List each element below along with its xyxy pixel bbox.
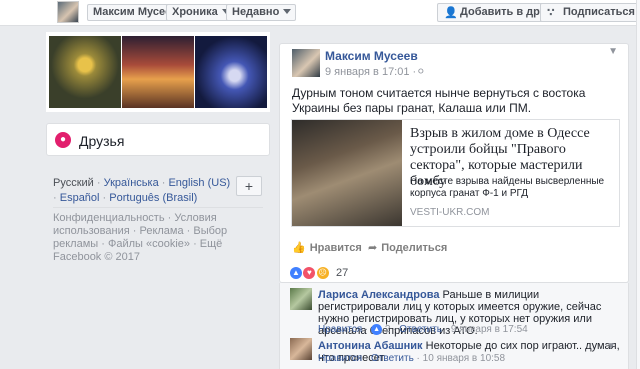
rss-icon: ∵ (547, 7, 555, 19)
post-text: Дурным тоном считается нынче вернуться с… (292, 86, 586, 115)
share-icon: ➦ (368, 242, 378, 254)
avatar[interactable] (292, 49, 320, 77)
love-reaction-icon: ♥ (303, 266, 316, 279)
avatar[interactable] (290, 288, 312, 310)
language-link[interactable]: Português (Brasil) (109, 192, 197, 204)
language-current[interactable]: Русский (53, 177, 94, 189)
comment-time[interactable]: 9 января в 17:54 (451, 324, 528, 335)
comment-meta: Нравится · ▲ 2 · Ответить · 9 января в 1… (318, 324, 528, 336)
timeline-dropdown[interactable]: Хроника (166, 4, 235, 21)
profile-top-bar: Максим Мусеев Хроника Недавно 👤 Добавить… (0, 0, 640, 26)
comment-like-link[interactable]: Нравится (318, 324, 362, 335)
recent-dropdown[interactable]: Недавно (226, 4, 297, 21)
language-link[interactable]: Español (60, 192, 100, 204)
comments-section: Лариса Александрова Раньше в милиции рег… (279, 283, 629, 369)
subscribe-button[interactable]: ∵ Подписаться (540, 3, 640, 22)
language-list: Русский · Українська · English (US) · Es… (53, 177, 231, 204)
globe-icon: ·⚪ (412, 66, 426, 78)
link-source: VESTI-UKR.COM (410, 207, 490, 218)
thumbs-up-icon: 👍 (292, 242, 306, 254)
like-bubble-icon: ▲ (371, 324, 383, 335)
comment-meta: Нравится · Ответить · 10 января в 10:58 (318, 353, 506, 364)
photo-grid (46, 32, 270, 112)
comment-like-link[interactable]: Нравится (318, 353, 362, 364)
like-reaction-icon: ▲ (290, 266, 302, 279)
link-image[interactable] (292, 120, 402, 226)
photo-thumbnail[interactable] (122, 36, 194, 108)
link-preview[interactable]: Взрыв в жилом доме в Одессе устроили бой… (291, 119, 620, 227)
comment-options-icon[interactable]: ▼ (606, 341, 616, 352)
photo-thumbnail[interactable] (49, 36, 121, 108)
footer-link[interactable]: Реклама (139, 225, 183, 237)
reactions-count: 27 (336, 266, 349, 279)
comment-like-count[interactable]: 2 (385, 324, 391, 335)
chevron-down-icon[interactable]: ▼ (608, 46, 618, 57)
link-description: На месте взрыва найдены высверленные кор… (410, 176, 605, 199)
add-language-button[interactable]: + (236, 176, 262, 196)
post-author[interactable]: Максим Мусеев (325, 49, 418, 63)
sad-reaction-icon: ☹ (316, 266, 329, 279)
language-link[interactable]: Українська (104, 177, 159, 189)
avatar[interactable] (290, 338, 312, 360)
reactions-summary[interactable]: ▲ ♥ ☹ 27 (290, 265, 348, 281)
like-label: Нравится (309, 242, 362, 254)
comment-author[interactable]: Антонина Абашник (318, 340, 423, 352)
share-button[interactable]: ➦ Поделиться (368, 241, 447, 254)
right-rail-edge (636, 0, 640, 369)
footer-link[interactable]: Файлы «cookie» (108, 238, 190, 250)
post-timestamp[interactable]: 9 января в 17:01 ·⚪ (325, 65, 425, 78)
comment-time[interactable]: 10 января в 10:58 (423, 353, 505, 364)
comment-reply-link[interactable]: Ответить (399, 324, 442, 335)
subscribe-label: Подписаться (563, 6, 635, 18)
copyright: Facebook © 2017 (53, 251, 140, 263)
friends-card[interactable]: ● Друзья (46, 123, 270, 156)
like-button[interactable]: 👍 Нравится (292, 241, 362, 254)
footer-links: Конфиденциальность · Условия использован… (53, 212, 228, 250)
timeline-post: Максим Мусеев 9 января в 17:01 ·⚪ ▼ Дурн… (279, 43, 629, 283)
comment-reply-link[interactable]: Ответить (371, 353, 414, 364)
footer-link[interactable]: Конфиденциальность (53, 212, 165, 224)
comment-author[interactable]: Лариса Александрова (318, 289, 439, 301)
photo-thumbnail[interactable] (195, 36, 267, 108)
divider (53, 207, 263, 208)
footer-link[interactable]: Ещё (200, 238, 223, 250)
share-label: Поделиться (381, 242, 448, 254)
friends-icon: ● (55, 132, 71, 148)
chevron-down-icon (283, 9, 292, 14)
profile-thumbnail[interactable] (57, 1, 79, 23)
timeline-label: Хроника (172, 6, 218, 18)
add-person-icon: 👤 (444, 7, 458, 19)
recent-label: Недавно (232, 6, 280, 18)
language-link[interactable]: English (US) (168, 177, 230, 189)
friends-label: Друзья (79, 133, 125, 149)
post-time[interactable]: 9 января в 17:01 (325, 66, 409, 78)
